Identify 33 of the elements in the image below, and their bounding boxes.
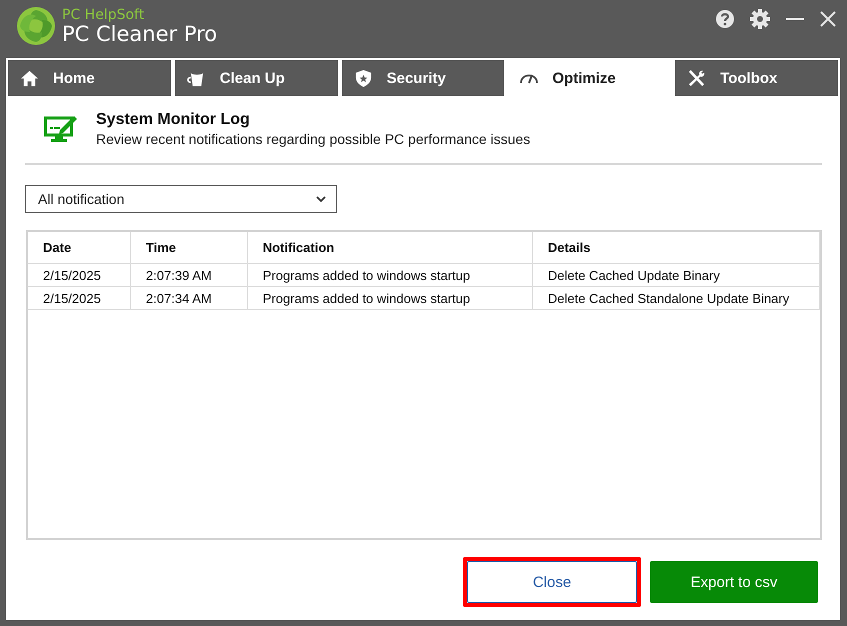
tab[interactable]: Security: [342, 60, 504, 96]
chevron-down-icon: [316, 196, 326, 202]
app-title: PC Cleaner Pro: [62, 24, 218, 44]
help-icon[interactable]: [715, 9, 735, 29]
table-cell: 2:07:34 AM: [130, 286, 248, 310]
column-header: Time: [130, 232, 248, 264]
shield-icon: [354, 68, 373, 88]
notification-filter-dropdown[interactable]: All notification: [25, 185, 337, 213]
tab[interactable]: Clean Up: [174, 60, 338, 96]
tab[interactable]: Home: [8, 60, 171, 96]
table-cell: 2:07:39 AM: [130, 264, 248, 286]
monitor-edit-icon: [44, 115, 78, 143]
page-title: System Monitor Log: [96, 111, 251, 129]
table-cell: Programs added to windows startup: [247, 286, 532, 310]
column-header: Details: [532, 232, 820, 264]
column-header: Notification: [247, 232, 532, 264]
table-cell: Programs added to windows startup: [247, 264, 532, 286]
brand-name: PC HelpSoft: [62, 8, 146, 22]
house-icon: [20, 68, 39, 88]
action-button[interactable]: Export to csv: [650, 561, 818, 603]
tools-icon: [687, 68, 706, 88]
page-subtitle: Review recent notifications regarding possible PC performance issues: [96, 131, 530, 147]
close-icon[interactable]: [819, 10, 837, 28]
table-cell: Delete Cached Update Binary: [532, 264, 820, 286]
column-header: Date: [28, 232, 130, 264]
tab[interactable]: Toolbox: [675, 60, 838, 96]
gauge-icon: [520, 72, 538, 84]
settings-icon[interactable]: [749, 8, 771, 30]
table-cell: 2/15/2025: [28, 286, 130, 310]
table-cell: Delete Cached Standalone Update Binary: [532, 286, 820, 310]
leaf-logo-icon: [16, 6, 56, 46]
table-cell: 2/15/2025: [28, 264, 130, 286]
action-button[interactable]: Close: [467, 561, 637, 603]
